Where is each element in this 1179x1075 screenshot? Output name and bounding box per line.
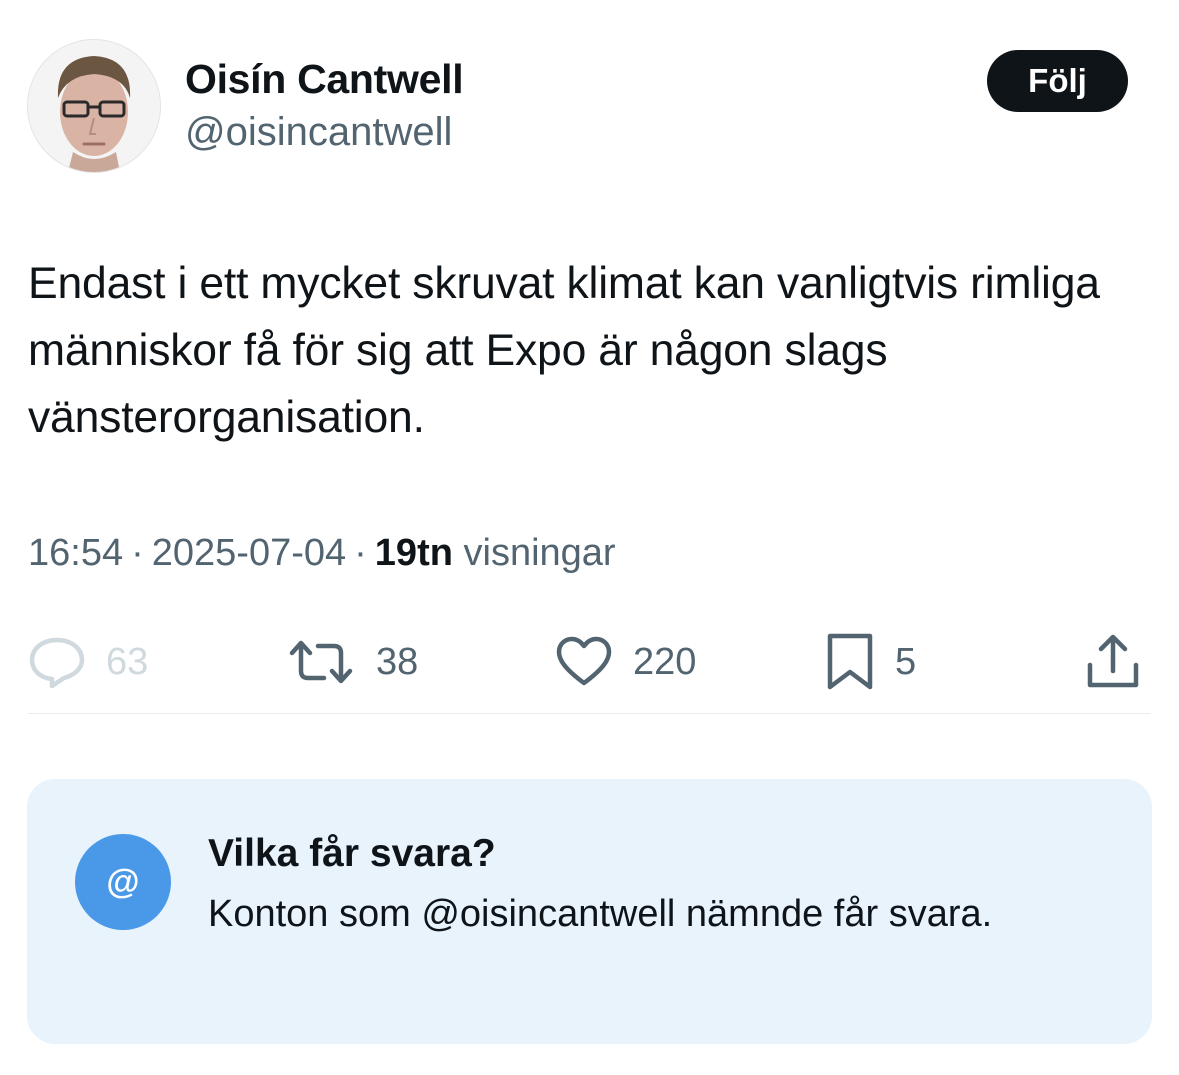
heart-icon: [556, 636, 612, 686]
tweet-text: Endast i ett mycket skruvat klimat kan v…: [28, 259, 1100, 442]
like-count: 220: [633, 640, 697, 683]
tweet-time[interactable]: 16:54: [28, 532, 123, 574]
bookmark-button[interactable]: 5: [825, 630, 916, 694]
share-button[interactable]: [1085, 630, 1141, 694]
meta-separator: ·: [354, 532, 367, 574]
like-button[interactable]: 220: [555, 630, 696, 694]
follow-button[interactable]: Följ: [987, 50, 1128, 112]
reply-restriction-title: Vilka får svara?: [208, 832, 496, 875]
avatar[interactable]: [27, 39, 161, 173]
divider: [28, 713, 1151, 714]
meta-separator: ·: [131, 532, 144, 574]
profile-photo-icon: [28, 40, 160, 172]
author-display-name[interactable]: Oisín Cantwell: [185, 56, 464, 103]
reply-restriction-body: Konton som @oisincantwell nämnde får sva…: [208, 893, 993, 935]
reply-count: 63: [106, 640, 149, 683]
bookmark-count: 5: [895, 640, 917, 683]
at-icon: @: [75, 834, 171, 930]
reply-button[interactable]: 63: [28, 630, 148, 694]
tweet-detail: Oisín Cantwell @oisincantwell Följ Endas…: [0, 0, 1179, 1075]
tweet-meta: 16:54 · 2025-07-04 · 19tn visningar: [28, 532, 616, 575]
action-bar: 63 38 220 5: [0, 630, 1179, 694]
author-handle[interactable]: @oisincantwell: [185, 110, 452, 155]
retweet-icon: [289, 640, 353, 684]
reply-restriction-card: @ Vilka får svara? Konton som @oisincant…: [27, 779, 1152, 1044]
retweet-count: 38: [376, 640, 419, 683]
share-icon: [1087, 634, 1139, 688]
retweet-button[interactable]: 38: [286, 630, 418, 694]
views-label: visningar: [463, 532, 616, 574]
views-count[interactable]: 19tn: [375, 532, 453, 574]
tweet-date[interactable]: 2025-07-04: [152, 532, 346, 574]
reply-icon: [29, 637, 85, 689]
bookmark-icon: [827, 633, 873, 690]
